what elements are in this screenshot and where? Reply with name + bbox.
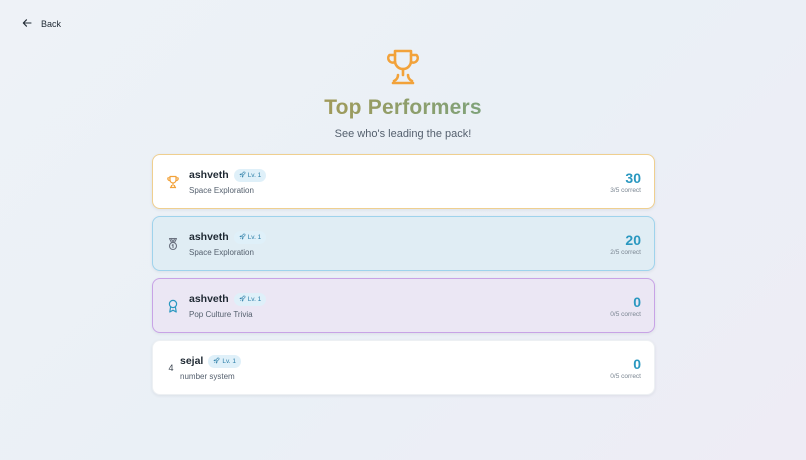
level-badge: Lv. 1 xyxy=(233,168,267,182)
player-name: ashveth xyxy=(189,169,229,181)
hero-header: Top Performers See who's leading the pac… xyxy=(0,48,806,140)
score-points: 0 xyxy=(633,355,641,372)
correct-count: 0/5 correct xyxy=(610,310,641,318)
player-name: ashveth xyxy=(189,231,229,243)
score-points: 30 xyxy=(625,169,641,186)
score-block: 20 2/5 correct xyxy=(610,232,641,256)
quiz-topic: Space Exploration xyxy=(189,185,254,195)
score-block: 30 3/5 correct xyxy=(610,170,641,194)
correct-count: 3/5 correct xyxy=(610,186,641,194)
quiz-topic: number system xyxy=(180,371,235,381)
medal-icon xyxy=(166,237,180,251)
level-badge: Lv. 1 xyxy=(233,292,267,306)
trophy-icon xyxy=(166,175,180,189)
player-name: sejal xyxy=(180,355,204,367)
leaderboard-row: ashveth Lv. 1 Space Exploration 30 3/5 c… xyxy=(152,154,655,209)
level-badge: Lv. 1 xyxy=(208,354,241,368)
score-points: 20 xyxy=(625,231,641,248)
player-name: ashveth xyxy=(189,293,229,305)
score-block: 0 0/5 correct xyxy=(610,294,641,318)
quiz-topic: Space Exploration xyxy=(189,247,254,257)
leaderboard-row: ashveth Lv. 1 Space Exploration 20 2/5 c… xyxy=(152,216,655,271)
rocket-icon xyxy=(239,233,246,242)
quiz-topic: Pop Culture Trivia xyxy=(189,309,253,319)
level-label: Lv. 1 xyxy=(247,295,262,303)
leaderboard-row: ashveth Lv. 1 Pop Culture Trivia 0 0/5 c… xyxy=(152,278,655,333)
back-label: Back xyxy=(41,19,62,29)
correct-count: 2/5 correct xyxy=(610,248,641,256)
leaderboard-row: 4 sejal Lv. 1 number system 0 0/5 correc… xyxy=(152,340,655,395)
level-label: Lv. 1 xyxy=(222,357,236,365)
page-title: Top Performers xyxy=(324,96,482,119)
correct-count: 0/5 correct xyxy=(610,372,641,380)
leaderboard-list: ashveth Lv. 1 Space Exploration 30 3/5 c… xyxy=(152,154,655,402)
score-points: 0 xyxy=(633,293,641,310)
leaderboard-page: Back Top Performers See who's leading th… xyxy=(0,0,806,460)
trophy-icon xyxy=(385,48,421,86)
award-ribbon-icon xyxy=(166,299,180,313)
rocket-icon xyxy=(239,295,246,304)
arrow-left-icon xyxy=(22,18,32,30)
level-label: Lv. 1 xyxy=(247,233,262,241)
level-label: Lv. 1 xyxy=(247,171,262,179)
score-block: 0 0/5 correct xyxy=(610,356,641,380)
back-button[interactable]: Back xyxy=(22,18,61,30)
level-badge: Lv. 1 xyxy=(233,230,267,244)
rocket-icon xyxy=(213,357,220,366)
rank-number: 4 xyxy=(168,362,174,373)
page-subtitle: See who's leading the pack! xyxy=(334,128,472,140)
rocket-icon xyxy=(239,171,246,180)
